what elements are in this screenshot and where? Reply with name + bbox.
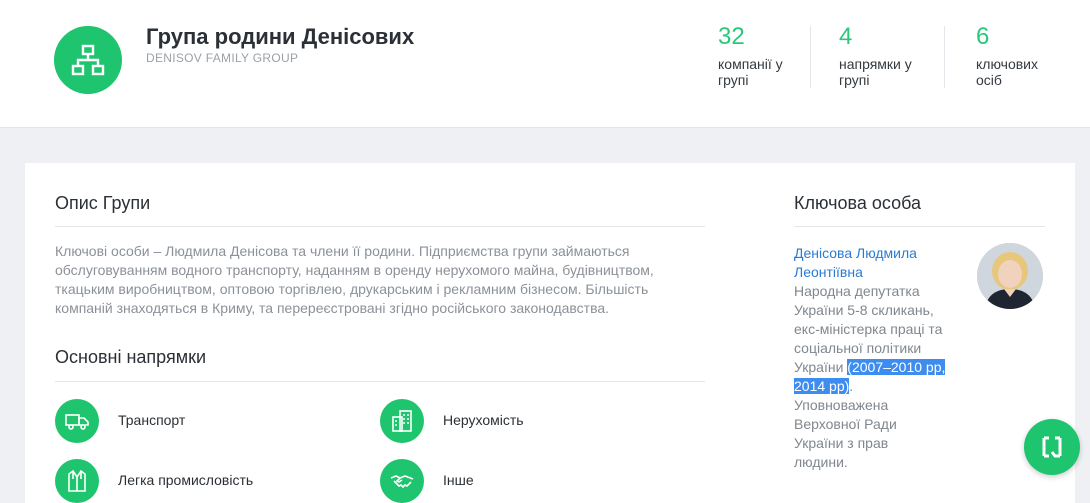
chat-icon — [1042, 436, 1062, 458]
stat-value: 4 — [839, 23, 853, 50]
divider — [55, 381, 705, 382]
direction-label: Легка промисловість — [118, 472, 254, 488]
selected-text: 2014 рр) — [794, 378, 850, 394]
description-title: Опис Групи — [55, 193, 151, 213]
avatar[interactable] — [977, 243, 1043, 309]
direction-label: Інше — [443, 472, 474, 488]
building-icon — [392, 410, 412, 432]
group-card: Опис Групи Ключові особи – Людмила Деніс… — [25, 163, 1075, 503]
chat-button[interactable] — [1024, 419, 1080, 475]
stat-key-persons[interactable]: 6 ключових осіб — [976, 22, 1038, 88]
stat-value: 6 — [976, 23, 990, 50]
selected-text: (2007–2010 рр, — [847, 359, 946, 375]
stat-companies[interactable]: 32 компанії у групі — [718, 22, 783, 88]
group-logo — [54, 26, 122, 94]
direction-label: Нерухомість — [443, 412, 524, 428]
key-person-role: Народна депутатка України 5-8 скликань, … — [794, 283, 946, 470]
truck-icon — [65, 414, 89, 430]
stat-directions[interactable]: 4 напрямки у групі — [839, 22, 912, 88]
stat-label: напрямки у групі — [839, 56, 912, 88]
page-header: Група родини Денісових DENISOV FAMILY GR… — [0, 0, 1090, 128]
page-title: Група родини Денісових — [146, 24, 415, 49]
directions-title: Основні напрямки — [55, 347, 207, 367]
direction-label: Транспорт — [118, 412, 186, 428]
stat-label: компанії у групі — [718, 56, 783, 88]
stat-value: 32 — [718, 23, 745, 50]
key-person-title: Ключова особа — [794, 193, 921, 213]
clothing-icon — [68, 469, 86, 492]
stat-label: ключових осіб — [976, 56, 1038, 88]
divider — [794, 226, 1045, 227]
org-structure-icon — [71, 44, 105, 76]
stat-divider — [944, 26, 945, 88]
key-person-name-link[interactable]: Денісова Людмила Леонтіївна — [794, 244, 944, 282]
stat-divider — [810, 26, 811, 88]
handshake-icon — [390, 475, 414, 489]
divider — [55, 226, 705, 227]
page-subtitle: DENISOV FAMILY GROUP — [146, 51, 299, 65]
description-text: Ключові особи – Людмила Денісова та член… — [55, 243, 654, 316]
